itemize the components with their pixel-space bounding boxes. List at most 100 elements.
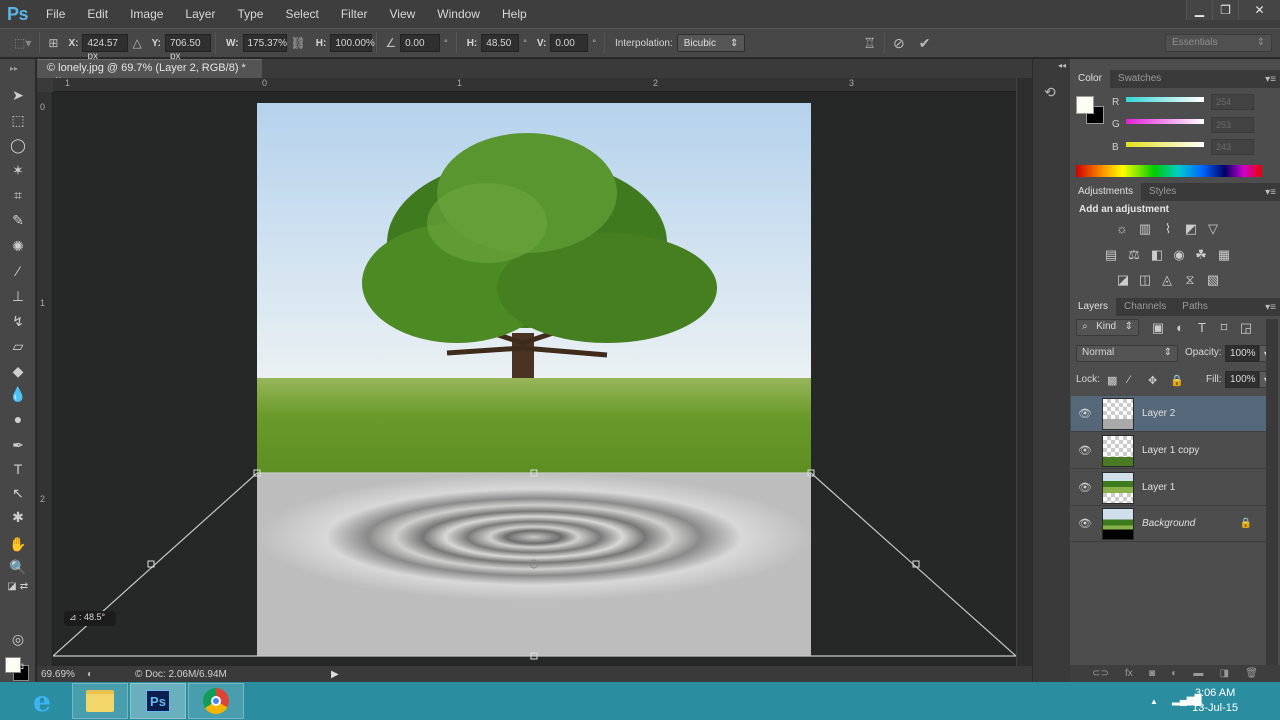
minimize-button[interactable]: ▁ [1186,0,1212,20]
restore-button[interactable]: ❐ [1212,0,1238,20]
layer-filter-select[interactable]: ⌕ Kind ⇕ [1076,319,1139,336]
x-field[interactable]: 424.57 px [82,34,129,62]
clone-stamp-tool-icon[interactable]: ⊥ [8,286,28,306]
lock-transparent-icon[interactable]: ▩ [1107,374,1117,387]
panel-collapse-icon[interactable]: ▸▸ [4,59,24,79]
tab-styles[interactable]: Styles [1141,183,1184,201]
filter-pixel-icon[interactable]: ▣ [1150,320,1166,336]
v-skew-field[interactable]: 0.00 [550,34,589,52]
brush-tool-icon[interactable]: ⁄ [8,261,28,281]
commit-transform-icon[interactable]: ✔ [919,35,931,52]
swap-colors-icon[interactable]: ⇄ [14,577,34,597]
custom-shape-tool-icon[interactable]: ✱ [8,507,28,527]
move-tool-icon[interactable]: ➤ [8,85,28,105]
tab-channels[interactable]: Channels [1116,298,1174,316]
add-mask-icon[interactable]: ◙ [1149,668,1155,679]
menu-filter[interactable]: Filter [341,7,368,21]
color-lookup-icon[interactable]: ▦ [1216,247,1232,263]
cancel-transform-icon[interactable]: ⊘ [893,35,905,52]
hue-saturation-icon[interactable]: ▤ [1103,247,1119,263]
warp-mode-icon[interactable]: ♖ [863,35,876,52]
marquee-tool-icon[interactable]: ⬚ [8,110,28,130]
menu-window[interactable]: Window [437,7,480,21]
transform-bounding-box[interactable] [53,92,1016,666]
menu-select[interactable]: Select [285,7,318,21]
zoom-tool-icon[interactable]: 🔍 [8,557,28,577]
exposure-icon[interactable]: ◩ [1183,221,1199,237]
foreground-color-swatch[interactable] [5,657,21,673]
lasso-tool-icon[interactable]: ◯ [8,135,28,155]
document-tab[interactable]: © lonely.jpg @ 69.7% (Layer 2, RGB/8) * … [37,59,262,86]
h-skew-field[interactable]: 48.50 [481,34,520,52]
vertical-ruler[interactable]: 0 1 2 [37,92,53,666]
layer-row[interactable]: 👁 Layer 1 copy [1071,433,1266,469]
interpolation-select[interactable]: Bicubic ⇕ [676,34,746,52]
hand-tool-icon[interactable]: ✋ [8,534,28,554]
opacity-field[interactable]: 100% [1225,345,1259,362]
layer-row[interactable]: 👁 Background 🔒 [1071,506,1266,542]
layers-scrollbar[interactable] [1266,319,1278,665]
eraser-tool-icon[interactable]: ▱ [8,336,28,356]
vertical-scrollbar[interactable] [1016,78,1032,666]
height-field[interactable]: 100.00% [330,34,375,52]
blue-value-field[interactable]: 243 [1211,139,1254,155]
tab-paths[interactable]: Paths [1174,298,1216,316]
invert-icon[interactable]: ◪ [1115,272,1131,288]
brightness-contrast-icon[interactable]: ☼ [1114,221,1130,237]
curves-icon[interactable]: ⌇ [1160,221,1176,237]
color-balance-icon[interactable]: ⚖ [1126,247,1142,263]
ruler-origin[interactable] [37,78,53,92]
canvas-area[interactable]: ⊿ : 48.5° [53,92,1016,666]
panel-menu-icon[interactable]: ▾≡ [1265,74,1276,85]
new-layer-icon[interactable]: ◨ [1220,668,1229,679]
dodge-tool-icon[interactable]: ● [8,409,28,429]
foreground-color-chip[interactable] [1076,96,1094,114]
layer-row[interactable]: 👁 Layer 2 [1071,396,1266,432]
lock-position-icon[interactable]: ✥ [1148,374,1157,387]
tab-color[interactable]: Color [1070,70,1110,88]
status-menu-icon[interactable]: ▶ [331,669,339,680]
link-layers-icon[interactable]: ⊂⊃ [1092,668,1109,679]
taskbar-clock[interactable]: 3:06 AM 13-Jul-15 [1192,686,1238,716]
reference-point-icon[interactable]: ⊞ [48,36,58,50]
fill-field[interactable]: 100% [1225,371,1259,388]
visibility-eye-icon[interactable]: 👁 [1071,481,1099,494]
photo-filter-icon[interactable]: ◉ [1171,247,1187,263]
lock-image-icon[interactable]: ⁄ [1128,374,1130,386]
vibrance-icon[interactable]: ▽ [1205,221,1221,237]
filter-type-icon[interactable]: T [1194,320,1210,336]
new-group-icon[interactable]: ▬ [1193,668,1203,679]
tool-preset-icon[interactable]: ⬚▾ [14,36,31,50]
menu-image[interactable]: Image [130,7,163,21]
chrome-icon[interactable] [188,683,244,719]
type-tool-icon[interactable]: T [8,459,28,479]
relative-position-icon[interactable]: △ [132,36,141,50]
history-panel-icon[interactable]: ⟲ [1044,84,1056,101]
red-slider[interactable] [1126,97,1204,102]
red-value-field[interactable]: 254 [1211,94,1254,110]
panel-menu-icon[interactable]: ▾≡ [1265,302,1276,313]
layer-row[interactable]: 👁 Layer 1 [1071,470,1266,506]
channel-mixer-icon[interactable]: ☘ [1193,247,1209,263]
tab-layers[interactable]: Layers [1070,298,1117,316]
y-field[interactable]: 706.50 px [164,34,211,62]
menu-type[interactable]: Type [237,7,263,21]
menu-layer[interactable]: Layer [185,7,215,21]
lock-all-icon[interactable]: 🔒 [1170,374,1184,387]
tab-adjustments[interactable]: Adjustments [1070,183,1142,201]
quick-mask-icon[interactable]: ◎ [8,629,28,649]
green-slider[interactable] [1126,119,1204,124]
gradient-map-icon[interactable]: ▧ [1205,272,1221,288]
width-field[interactable]: 175.37% [242,34,287,52]
levels-icon[interactable]: ▥ [1137,221,1153,237]
menu-file[interactable]: File [46,7,65,21]
eyedropper-tool-icon[interactable]: ✎ [8,210,28,230]
rotate-field[interactable]: 0.00 [400,34,441,52]
close-button[interactable]: ✕ [1238,0,1280,20]
blur-tool-icon[interactable]: 💧 [8,384,28,404]
visibility-eye-icon[interactable]: 👁 [1071,444,1099,457]
internet-explorer-icon[interactable]: e [14,683,70,719]
filter-adjustment-icon[interactable]: ◐ [1172,320,1188,336]
selective-color-icon[interactable]: ⧖ [1182,272,1198,288]
menu-edit[interactable]: Edit [87,7,108,21]
